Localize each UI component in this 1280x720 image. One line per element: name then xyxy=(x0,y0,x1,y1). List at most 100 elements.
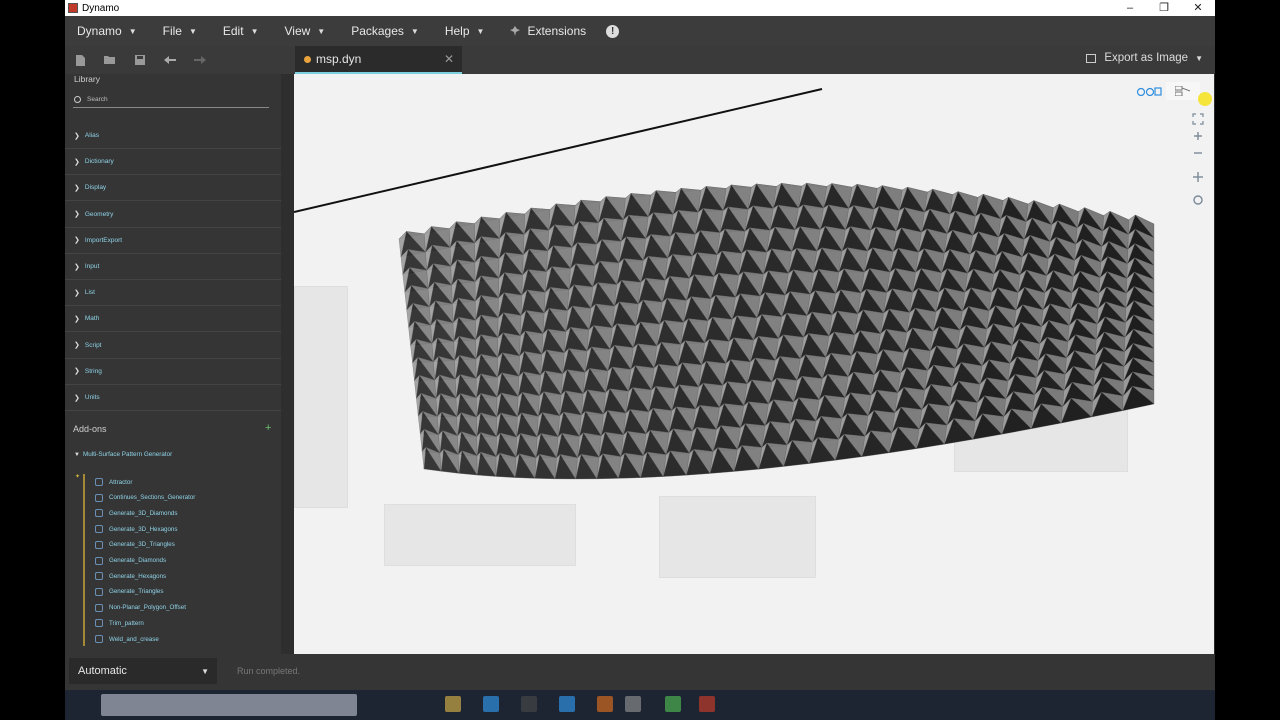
library-category-list[interactable]: ❯ List xyxy=(65,280,281,307)
taskbar-app-icon[interactable] xyxy=(665,696,681,712)
category-label: Math xyxy=(84,315,100,323)
background-3d-preview xyxy=(294,88,1155,480)
dynamo-window: Dynamo – ❐ ✕ Dynamo ▼ File ▼ Edit ▼ View ▼ P… xyxy=(65,0,1215,690)
node-label: Generate_Diamonds xyxy=(109,557,167,564)
caret-down-icon: ▼ xyxy=(250,26,259,36)
workspace-tabs: msp.dyn ✕ Export as Image ▼ xyxy=(293,46,1215,74)
chevron-right-icon: ❯ xyxy=(74,237,80,245)
package-node-item[interactable]: Weld_and_crease xyxy=(95,633,159,645)
menu-help[interactable]: Help ▼ xyxy=(445,24,485,38)
node-label: Generate_Hexagons xyxy=(109,572,167,580)
library-search-input[interactable]: Search xyxy=(73,92,269,108)
category-label: Dictionary xyxy=(84,158,114,166)
taskbar-app-icon[interactable] xyxy=(483,696,499,712)
package-node-item[interactable]: Non-Planar_Polygon_Offset xyxy=(95,602,186,614)
open-folder-icon[interactable] xyxy=(95,46,125,74)
library-category-script[interactable]: ❯ Script xyxy=(65,333,281,359)
category-label: ImportExport xyxy=(84,236,123,244)
library-category-alias[interactable]: ❯ Alias xyxy=(65,123,281,149)
package-node-item[interactable]: Generate_Diamonds xyxy=(95,555,166,567)
export-as-image-button[interactable]: Export as Image ▼ xyxy=(1086,52,1203,64)
custom-node-icon xyxy=(95,509,103,518)
caret-down-icon: ▼ xyxy=(128,26,137,36)
node-label: Attractor xyxy=(109,478,133,486)
library-category-math[interactable]: ❯ Math xyxy=(65,306,281,333)
package-node-item[interactable]: Generate_3D_Triangles xyxy=(95,539,175,551)
pan-icon[interactable] xyxy=(1193,172,1203,182)
library-category-input[interactable]: ❯ Input xyxy=(65,254,281,280)
custom-node-icon xyxy=(95,619,103,628)
tree-line xyxy=(83,474,85,646)
search-placeholder: Search xyxy=(87,96,108,103)
menu-file[interactable]: File ▼ xyxy=(163,24,197,38)
package-node-item[interactable]: Generate_3D_Diamonds xyxy=(95,507,177,519)
graph-view-icon xyxy=(1175,86,1191,96)
node-label: Weld_and_crease xyxy=(109,635,159,643)
category-label: Units xyxy=(84,394,100,401)
library-category-dictionary[interactable]: ❯ Dictionary xyxy=(65,149,281,176)
taskbar-search-box[interactable] xyxy=(101,694,357,716)
redo-icon[interactable] xyxy=(185,46,215,74)
library-scrollbar[interactable] xyxy=(281,74,293,654)
graph-canvas[interactable] xyxy=(294,74,1214,654)
menu-edit[interactable]: Edit ▼ xyxy=(223,24,259,38)
graph-view-toggle[interactable] xyxy=(1166,82,1200,100)
new-file-icon[interactable] xyxy=(65,46,95,74)
library-category-importexport[interactable]: ❯ ImportExport xyxy=(65,228,281,254)
search-icon xyxy=(74,96,81,103)
background-preview-toggle[interactable] xyxy=(1132,82,1166,100)
custom-node-icon xyxy=(95,635,103,643)
menu-packages[interactable]: Packages ▼ xyxy=(351,24,419,38)
library-category-string[interactable]: ❯ String xyxy=(65,359,281,385)
mouse-cursor-highlight xyxy=(1198,92,1212,106)
save-icon[interactable] xyxy=(125,46,155,74)
chevron-right-icon: ❯ xyxy=(74,263,80,271)
package-node-item[interactable]: Trim_pattern xyxy=(95,617,144,629)
package-node-item[interactable]: Attractor xyxy=(95,476,132,488)
window-title: Dynamo xyxy=(82,2,120,14)
chevron-right-icon: ❯ xyxy=(74,158,80,166)
library-panel: Library Search ❯ Alias ❯ Dictionary ❯ Display… xyxy=(65,74,293,654)
package-node-item[interactable]: Generate_Triangles xyxy=(95,586,163,598)
taskbar-app-icon[interactable] xyxy=(521,696,537,712)
chevron-down-icon: ▼ xyxy=(201,666,209,676)
export-label: Export as Image xyxy=(1104,52,1189,64)
minimize-button[interactable]: – xyxy=(1113,0,1147,16)
library-category-geometry[interactable]: ❯ Geometry xyxy=(65,202,281,228)
menu-extensions[interactable]: Extensions xyxy=(510,24,586,38)
tab-msp-dyn[interactable]: msp.dyn ✕ xyxy=(295,46,462,74)
category-label: Geometry xyxy=(84,210,114,218)
custom-node-icon xyxy=(95,478,103,486)
package-multi-surface[interactable]: ▼ Multi-Surface Pattern Generator xyxy=(74,451,172,458)
zoom-to-fit-icon[interactable] xyxy=(1192,113,1204,125)
close-tab-icon[interactable]: ✕ xyxy=(444,52,454,66)
taskbar-app-icon[interactable] xyxy=(445,696,461,712)
taskbar-app-icon[interactable] xyxy=(559,696,575,712)
menu-view[interactable]: View ▼ xyxy=(284,24,325,38)
package-node-item[interactable]: Continues_Sections_Generator xyxy=(95,492,195,504)
category-label: List xyxy=(84,289,95,297)
zoom-in-icon[interactable] xyxy=(1194,132,1202,140)
restore-button[interactable]: ❐ xyxy=(1147,0,1181,16)
package-node-item[interactable]: Generate_3D_Hexagons xyxy=(95,523,177,535)
menu-dynamo[interactable]: Dynamo ▼ xyxy=(77,24,137,38)
taskbar-app-icon[interactable] xyxy=(597,696,613,712)
undo-icon[interactable] xyxy=(155,46,185,74)
run-mode-label: Automatic xyxy=(78,665,127,677)
library-category-display[interactable]: ❯ Display xyxy=(65,175,281,202)
info-icon[interactable]: ! xyxy=(606,24,620,38)
taskbar-app-icon[interactable] xyxy=(699,696,715,712)
window-controls: – ❐ ✕ xyxy=(1113,0,1215,16)
add-package-button[interactable]: + xyxy=(265,422,271,434)
package-node-item[interactable]: Generate_Hexagons xyxy=(95,570,166,582)
orbit-icon[interactable] xyxy=(1193,195,1203,205)
node-label: Non-Planar_Polygon_Offset xyxy=(109,604,186,612)
chevron-right-icon: ❯ xyxy=(74,289,80,297)
close-button[interactable]: ✕ xyxy=(1181,0,1215,16)
taskbar-app-icon[interactable] xyxy=(625,696,641,712)
chevron-right-icon: ❯ xyxy=(74,315,80,323)
package-star-icon: ✦ xyxy=(75,474,81,480)
library-category-units[interactable]: ❯ Units xyxy=(65,385,281,411)
node-label: Generate_3D_Diamonds xyxy=(109,509,178,517)
run-mode-select[interactable]: Automatic ▼ xyxy=(69,658,217,684)
